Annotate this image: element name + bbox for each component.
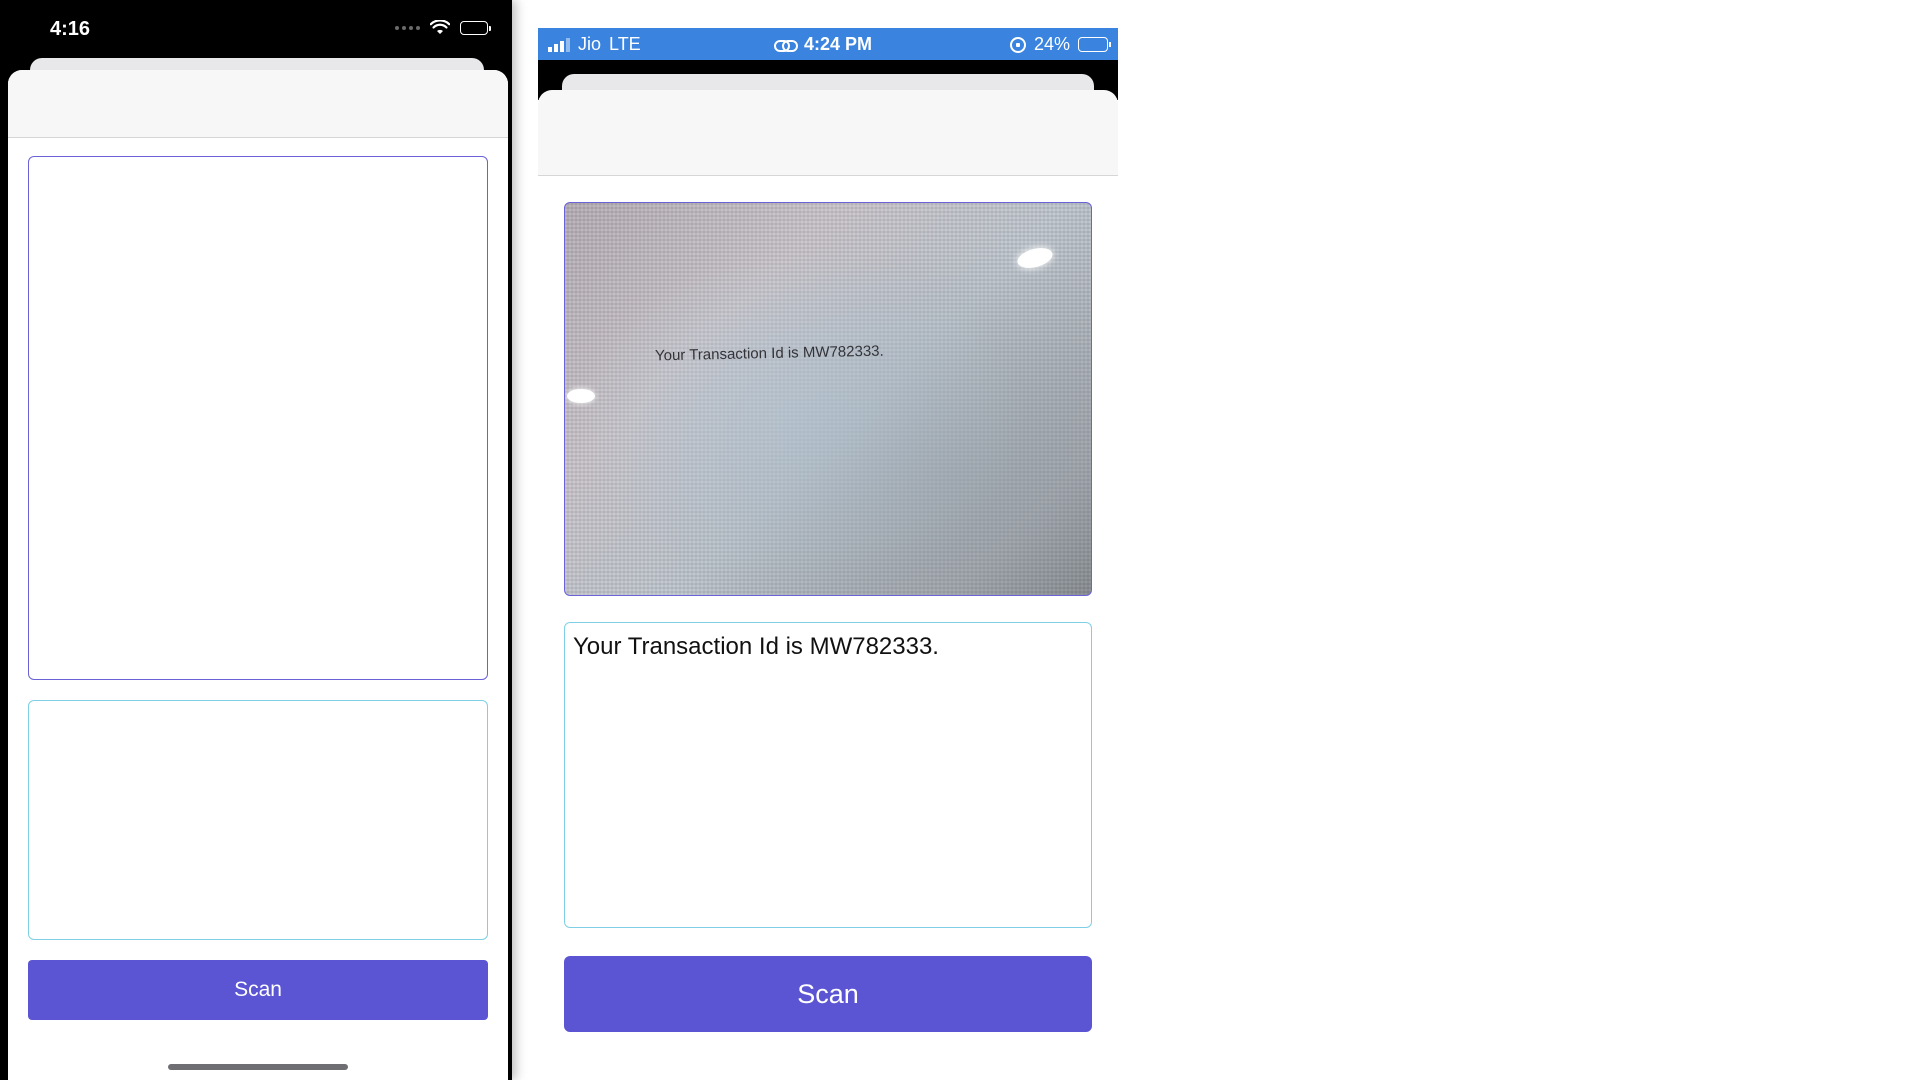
photo-glare	[567, 389, 595, 403]
status-center: 4:24 PM	[774, 34, 872, 55]
status-left: Jio LTE	[548, 34, 641, 55]
battery-percent: 24%	[1033, 34, 1070, 54]
right-phone-screen: Jio LTE 4:24 PM 24% Your Transaction Id …	[538, 28, 1118, 1080]
photo-text: Your Transaction Id is MW782333.	[654, 342, 884, 365]
navigation-bar	[538, 90, 1118, 176]
status-time: 4:16	[50, 18, 91, 40]
battery-icon	[460, 21, 491, 35]
status-right: 24%	[1009, 34, 1111, 55]
battery-icon	[1078, 37, 1111, 52]
scan-button[interactable]: Scan	[28, 960, 488, 1020]
status-bar: Jio LTE 4:24 PM 24%	[538, 28, 1118, 60]
recognized-text-view[interactable]: Your Transaction Id is MW782333.	[564, 622, 1092, 928]
scanned-image-view: Your Transaction Id is MW782333.	[564, 202, 1092, 596]
screenshot-stage: 4:16 Scan Jio LTE 4:24 PM 24% Your Trans…	[0, 0, 1920, 1080]
link-icon	[774, 38, 798, 52]
status-time: 4:24 PM	[804, 34, 873, 54]
status-icons	[395, 20, 491, 36]
signal-icon	[548, 37, 570, 52]
scan-button[interactable]: Scan	[564, 956, 1092, 1032]
photo-glare	[1015, 244, 1055, 272]
scanned-image-view	[28, 156, 488, 680]
signal-icon	[395, 26, 420, 30]
carrier-name: Jio	[578, 34, 602, 54]
wifi-icon	[430, 20, 450, 34]
recognized-text-view[interactable]	[28, 700, 488, 940]
home-indicator	[168, 1064, 348, 1070]
network-type: LTE	[609, 34, 641, 54]
rotation-lock-icon	[1009, 36, 1026, 53]
left-phone-screen: 4:16 Scan	[0, 0, 512, 1080]
navigation-bar	[8, 70, 508, 138]
modal-sheet: Scan	[8, 70, 508, 1080]
